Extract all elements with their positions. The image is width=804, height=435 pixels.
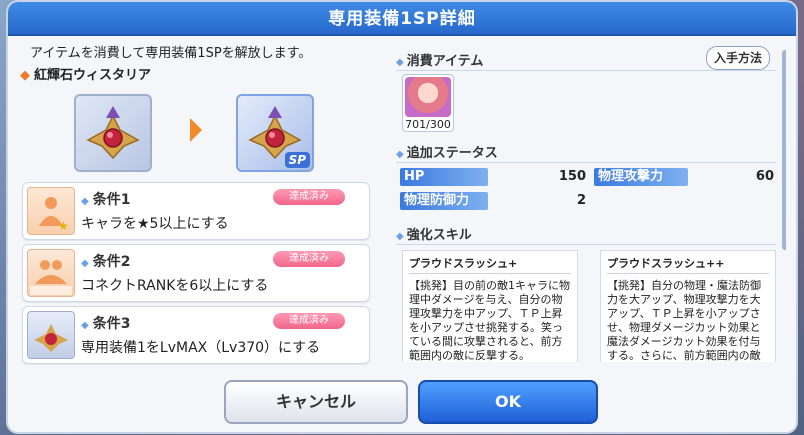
equipment-icon bbox=[86, 106, 140, 160]
svg-text:★: ★ bbox=[58, 219, 69, 233]
stat-value: 60 bbox=[755, 169, 774, 184]
skill-name: プラウドスラッシュ++ bbox=[607, 257, 725, 270]
blue-diamond-icon: ◆ bbox=[81, 196, 89, 207]
item-count: 701/300 bbox=[405, 118, 451, 131]
divider bbox=[409, 273, 571, 274]
skill-title-label: 強化スキル bbox=[406, 228, 472, 243]
condition-text: キャラを★5以上にする bbox=[81, 216, 229, 232]
stat-value: 2 bbox=[576, 193, 586, 208]
divider bbox=[396, 244, 776, 245]
skill-description: 【挑発】自分の物理・魔法防御力を大アップ、物理攻撃力を大アップ、ＴＰ上昇を小アッ… bbox=[607, 279, 761, 362]
orange-diamond-icon: ◆ bbox=[20, 68, 30, 83]
divider bbox=[607, 273, 769, 274]
stat-name: HP bbox=[400, 168, 488, 186]
achieved-badge: 達成済み bbox=[273, 313, 345, 329]
equipment-sp-detail-dialog: 専用装備1SP詳細 アイテムを消費して専用装備1SPを解放します。 ◆ 紅輝石ウィ… bbox=[8, 2, 796, 432]
stat-name: 物理攻撃力 bbox=[594, 168, 688, 186]
condition-label: 条件1 bbox=[92, 192, 131, 208]
item-name-label: 紅輝石ウィスタリア bbox=[34, 68, 152, 83]
ok-button[interactable]: OK bbox=[418, 380, 598, 424]
connect-rank-icon bbox=[27, 249, 75, 297]
blue-diamond-icon: ◆ bbox=[81, 258, 89, 269]
item-name: ◆ 紅輝石ウィスタリア bbox=[20, 64, 151, 83]
blue-diamond-icon: ◆ bbox=[81, 320, 89, 331]
equipment-small-icon bbox=[27, 311, 75, 359]
divider bbox=[396, 70, 776, 71]
consume-section-title: ◆ 消費アイテム bbox=[396, 50, 483, 69]
blue-diamond-icon: ◆ bbox=[396, 149, 404, 160]
skill-name: プラウドスラッシュ+ bbox=[409, 257, 518, 270]
condition-1: ★ ◆ 条件1 キャラを★5以上にする 達成済み bbox=[22, 182, 370, 240]
star-character-icon: ★ bbox=[27, 187, 75, 235]
achieved-badge: 達成済み bbox=[273, 251, 345, 267]
divider bbox=[396, 162, 776, 163]
character-portrait-icon bbox=[405, 77, 451, 117]
equipment-after-sp[interactable]: SP bbox=[236, 94, 314, 172]
status-title-label: 追加ステータス bbox=[406, 146, 498, 161]
cancel-button[interactable]: キャンセル bbox=[224, 380, 408, 424]
skill-section-title: ◆ 強化スキル bbox=[396, 224, 472, 243]
condition-2: ◆ 条件2 コネクトRANKを6以上にする 達成済み bbox=[22, 244, 370, 302]
condition-label: 条件2 bbox=[92, 254, 131, 270]
consume-title-label: 消費アイテム bbox=[406, 54, 484, 69]
skill-card-1: プラウドスラッシュ+ 【挑発】目の前の敵1キャラに物理中ダメージを与え、自分の物… bbox=[402, 250, 578, 362]
dialog-description: アイテムを消費して専用装備1SPを解放します。 bbox=[30, 46, 312, 61]
how-to-get-button[interactable]: 入手方法 bbox=[706, 46, 770, 70]
blue-diamond-icon: ◆ bbox=[396, 57, 404, 68]
stat-value: 150 bbox=[558, 169, 586, 184]
arrow-right-icon bbox=[190, 118, 202, 142]
skill-description: 【挑発】目の前の敵1キャラに物理中ダメージを与え、自分の物理攻撃力を中アップ、Ｔ… bbox=[409, 279, 570, 362]
condition-label: 条件3 bbox=[92, 316, 131, 332]
equipment-before[interactable] bbox=[74, 94, 152, 172]
stat-hp: HP 150 bbox=[400, 168, 586, 186]
status-section-title: ◆ 追加ステータス bbox=[396, 142, 498, 161]
achieved-badge: 達成済み bbox=[273, 189, 345, 205]
sp-tag: SP bbox=[284, 152, 310, 168]
blue-diamond-icon: ◆ bbox=[396, 231, 404, 242]
consume-item[interactable]: 701/300 bbox=[402, 74, 454, 132]
dialog-title: 専用装備1SP詳細 bbox=[8, 2, 796, 36]
stat-name: 物理防御力 bbox=[400, 192, 488, 210]
stat-physical-attack: 物理攻撃力 60 bbox=[594, 168, 774, 186]
condition-text: 専用装備1をLvMAX（Lv370）にする bbox=[81, 340, 321, 356]
right-panel[interactable]: ◆ 消費アイテム 入手方法 701/300 ◆ 追加ステータス HP 150 物理攻… bbox=[380, 40, 786, 362]
condition-3: ◆ 条件3 専用装備1をLvMAX（Lv370）にする 達成済み bbox=[22, 306, 370, 364]
stat-physical-defense: 物理防御力 2 bbox=[400, 192, 586, 210]
skill-card-2: プラウドスラッシュ++ 【挑発】自分の物理・魔法防御力を大アップ、物理攻撃力を大… bbox=[600, 250, 776, 362]
condition-text: コネクトRANKを6以上にする bbox=[81, 278, 269, 294]
scrollbar[interactable] bbox=[782, 50, 786, 250]
